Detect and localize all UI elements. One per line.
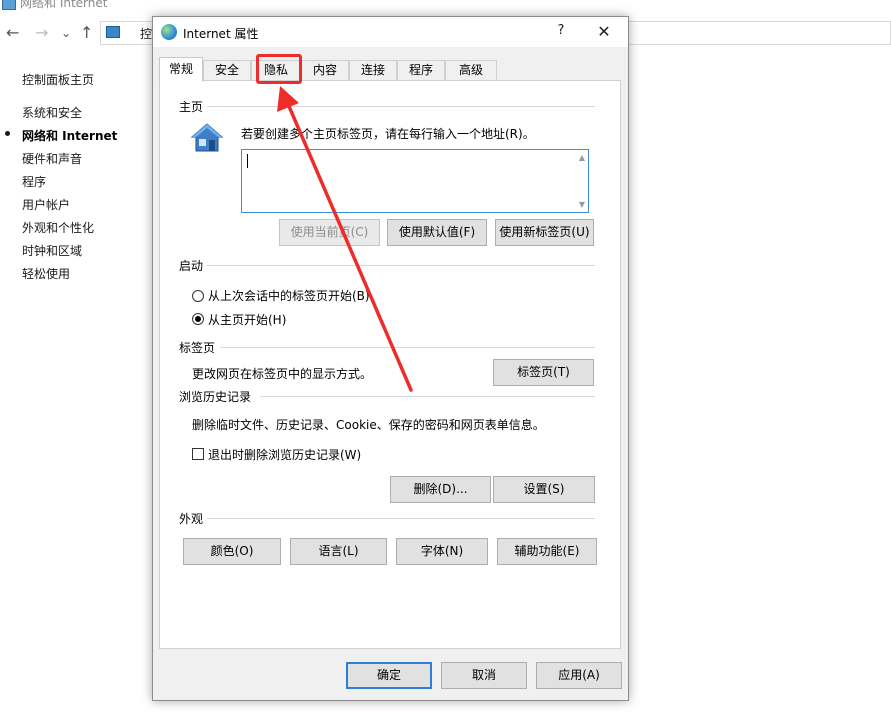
colors-button[interactable]: 颜色(O) xyxy=(183,538,281,565)
tabs-description: 更改网页在标签页中的显示方式。 xyxy=(192,367,373,381)
text-caret xyxy=(247,154,248,168)
dialog-title: Internet 属性 xyxy=(183,27,259,41)
languages-button[interactable]: 语言(L) xyxy=(290,538,387,565)
help-button[interactable]: ? xyxy=(551,21,571,41)
radio-last-session[interactable] xyxy=(192,290,204,302)
use-current-button[interactable]: 使用当前页(C) xyxy=(279,219,380,246)
history-description: 删除临时文件、历史记录、Cookie、保存的密码和网页表单信息。 xyxy=(192,418,545,432)
use-new-tab-button[interactable]: 使用新标签页(U) xyxy=(495,219,594,246)
tabs-section-title: 标签页 xyxy=(179,341,216,355)
startup-divider xyxy=(207,265,595,266)
delete-on-exit-label[interactable]: 退出时删除浏览历史记录(W) xyxy=(208,446,361,463)
fonts-button[interactable]: 字体(N) xyxy=(396,538,488,565)
forward-arrow-icon[interactable]: → xyxy=(35,24,48,42)
sidebar-item-network-internet[interactable]: 网络和 Internet xyxy=(22,127,117,144)
background-window-title: 网络和 Internet xyxy=(2,0,107,11)
tab-security[interactable]: 安全 xyxy=(203,60,251,81)
delete-on-exit-checkbox[interactable] xyxy=(192,448,204,460)
tab-advanced[interactable]: 高级 xyxy=(445,60,497,81)
use-default-button[interactable]: 使用默认值(F) xyxy=(387,219,487,246)
general-tab-panel: 主页 若要创建多个主页标签页，请在每行输入一个地址(R)。 ▲ ▼ 使用当前页(… xyxy=(159,80,621,649)
sidebar-item-control-panel-home[interactable]: 控制面板主页 xyxy=(22,71,94,88)
radio-home-page[interactable] xyxy=(192,313,204,325)
tabs-divider xyxy=(220,347,595,348)
cancel-button[interactable]: 取消 xyxy=(441,662,527,689)
history-settings-button[interactable]: 设置(S) xyxy=(493,476,595,503)
dialog-titlebar[interactable]: Internet 属性 ? ✕ xyxy=(153,17,628,47)
sidebar-item-user-accounts[interactable]: 用户帐户 xyxy=(22,196,70,213)
home-instruction: 若要创建多个主页标签页，请在每行输入一个地址(R)。 xyxy=(241,127,535,141)
address-text: 控 xyxy=(140,27,153,41)
delete-history-button[interactable]: 删除(D)... xyxy=(390,476,491,503)
tab-general[interactable]: 常规 xyxy=(159,57,203,82)
home-pages-textarea[interactable]: ▲ ▼ xyxy=(241,149,589,213)
tab-connections[interactable]: 连接 xyxy=(349,60,397,81)
sidebar-item-ease-of-access[interactable]: 轻松使用 xyxy=(22,265,70,282)
label-last-session[interactable]: 从上次会话中的标签页开始(B) xyxy=(208,287,370,304)
appearance-section-title: 外观 xyxy=(179,512,204,526)
sidebar-item-clock-region[interactable]: 时钟和区域 xyxy=(22,242,82,259)
up-arrow-icon[interactable]: ↑ xyxy=(80,24,93,42)
control-panel-icon xyxy=(106,26,120,38)
privacy-tab-highlight-box xyxy=(256,54,302,84)
sidebar-item-programs[interactable]: 程序 xyxy=(22,173,46,190)
internet-properties-dialog: Internet 属性 ? ✕ 常规 安全 隐私 内容 连接 程序 高级 主页 … xyxy=(152,16,629,701)
internet-globe-icon xyxy=(161,24,177,40)
ok-button[interactable]: 确定 xyxy=(346,662,432,689)
sidebar-item-hardware-sound[interactable]: 硬件和声音 xyxy=(22,150,82,167)
home-divider xyxy=(207,106,595,107)
close-button[interactable]: ✕ xyxy=(589,21,619,43)
accessibility-button[interactable]: 辅助功能(E) xyxy=(497,538,597,565)
apply-button[interactable]: 应用(A) xyxy=(536,662,622,689)
startup-section-title: 启动 xyxy=(179,259,204,273)
history-divider xyxy=(260,396,595,397)
back-arrow-icon[interactable]: ← xyxy=(6,24,19,42)
appearance-divider xyxy=(207,518,595,519)
label-home-page[interactable]: 从主页开始(H) xyxy=(208,311,286,328)
home-section-title: 主页 xyxy=(179,100,204,114)
tabs-settings-button[interactable]: 标签页(T) xyxy=(493,359,594,386)
history-section-title: 浏览历史记录 xyxy=(179,390,252,404)
recent-locations-chevron-icon[interactable]: ⌄ xyxy=(61,24,71,42)
active-bullet-icon xyxy=(5,131,10,136)
home-page-icon xyxy=(190,123,224,152)
sidebar-item-appearance[interactable]: 外观和个性化 xyxy=(22,219,94,236)
tab-content[interactable]: 内容 xyxy=(301,60,349,81)
network-icon xyxy=(2,0,16,10)
tab-programs[interactable]: 程序 xyxy=(397,60,445,81)
scroll-up-icon[interactable]: ▲ xyxy=(579,153,585,162)
sidebar-item-system-security[interactable]: 系统和安全 xyxy=(22,104,82,121)
scroll-down-icon[interactable]: ▼ xyxy=(579,200,585,209)
